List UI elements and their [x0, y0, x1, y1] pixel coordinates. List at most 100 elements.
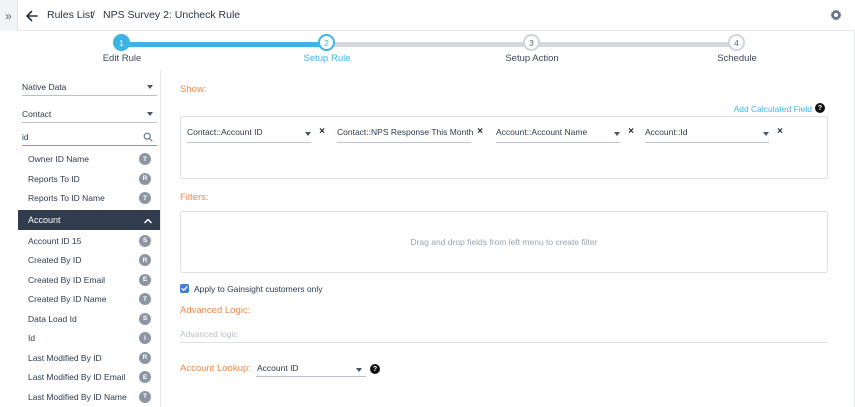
remove-field-icon[interactable]: ×	[477, 126, 483, 137]
caret-down-icon	[147, 85, 153, 89]
show-field-chip[interactable]: Account::Account Name ×	[496, 126, 634, 143]
field-item[interactable]: Created By ID Name T	[18, 289, 160, 309]
field-type-badge: E	[139, 273, 151, 286]
step-2-circle[interactable]: 2	[318, 34, 335, 51]
field-item-label: Created By ID Email	[28, 274, 105, 285]
data-source-value: Native Data	[22, 82, 67, 92]
group-header-account[interactable]: Account	[18, 209, 160, 230]
show-field-chip[interactable]: Account::Id ×	[645, 126, 783, 143]
expand-sidebar-button[interactable]: »	[0, 0, 18, 31]
object-value: Contact	[22, 109, 52, 119]
field-item-label: Reports To ID Name	[28, 193, 105, 203]
field-type-badge: R	[139, 172, 151, 185]
field-item[interactable]: Created By ID Email E	[18, 270, 160, 290]
field-type-badge: I	[139, 332, 151, 344]
step-1-circle[interactable]: 1	[113, 34, 130, 51]
field-item[interactable]: Id I	[18, 328, 160, 348]
field-item-label: Last Modified By ID Name	[28, 391, 127, 402]
field-item[interactable]: Last Modified By ID Email E	[18, 367, 160, 387]
setup-rule-panel: Show: Add Calculated Field ? Contact::Ac…	[162, 70, 855, 407]
filter-drop-zone[interactable]: Drag and drop fields from left menu to c…	[180, 211, 828, 273]
gainsight-customers-label[interactable]: Apply to Gainsight customers only	[194, 284, 323, 294]
caret-down-icon	[147, 112, 153, 116]
show-section-title: Show:	[180, 84, 207, 95]
caret-down-icon[interactable]	[614, 132, 620, 136]
field-type-badge: T	[139, 153, 151, 165]
field-search	[22, 129, 157, 146]
show-field-underline	[496, 142, 620, 143]
field-type-badge: S	[139, 234, 151, 247]
filter-drop-hint: Drag and drop fields from left menu to c…	[410, 237, 598, 247]
add-calculated-field-link[interactable]: Add Calculated Field	[734, 104, 812, 114]
advanced-logic-input[interactable]	[180, 325, 828, 343]
field-list: Owner ID Name T Reports To ID R Reports …	[18, 149, 160, 407]
step-setup-action-label[interactable]: Setup Action	[505, 53, 558, 64]
field-item-label: Created By ID Name	[28, 294, 107, 304]
step-3-circle[interactable]: 3	[523, 34, 540, 51]
chevron-up-icon	[144, 218, 152, 223]
search-icon[interactable]	[143, 132, 153, 142]
field-item[interactable]: Reports To ID R	[18, 169, 160, 189]
show-field-label: Contact::NPS Response This Month	[337, 127, 474, 137]
checkmark-icon	[181, 286, 188, 291]
step-4-circle[interactable]: 4	[728, 34, 745, 51]
data-source-select[interactable]: Native Data	[22, 78, 157, 96]
field-item[interactable]: Last Modified By ID R	[18, 348, 160, 368]
field-sidebar: Native Data Contact Owner ID Name T Repo…	[18, 70, 161, 407]
account-lookup-select[interactable]: Account ID	[256, 361, 366, 377]
field-type-badge: T	[139, 192, 151, 204]
caret-down-icon[interactable]	[763, 132, 769, 136]
field-item-label: Data Load Id	[28, 313, 77, 324]
show-fields-box[interactable]: Contact::Account ID × Contact::NPS Respo…	[180, 116, 828, 179]
help-icon[interactable]: ?	[370, 364, 380, 374]
show-field-chip[interactable]: Contact::NPS Response This Month ×	[337, 126, 483, 143]
show-field-underline	[645, 142, 769, 143]
field-item-label: Owner ID Name	[28, 154, 89, 164]
account-lookup-title: Account Lookup:	[180, 363, 251, 374]
filters-section-title: Filters:	[180, 192, 209, 203]
field-item[interactable]: Reports To ID Name T	[18, 188, 160, 208]
rule-wizard-stepper: 1 2 3 4 Edit Rule Setup Rule Setup Actio…	[0, 31, 855, 69]
page-title: NPS Survey 2: Uncheck Rule	[103, 9, 241, 21]
top-bar: » Rules List / NPS Survey 2: Uncheck Rul…	[0, 0, 855, 31]
caret-down-icon[interactable]	[305, 132, 311, 136]
show-field-label: Contact::Account ID	[187, 127, 263, 137]
field-type-badge: E	[139, 371, 151, 383]
breadcrumb-separator: /	[92, 9, 95, 21]
remove-field-icon[interactable]: ×	[628, 126, 634, 137]
show-field-chip[interactable]: Contact::Account ID ×	[187, 126, 325, 143]
step-setup-rule-label[interactable]: Setup Rule	[303, 53, 350, 64]
gainsight-customers-checkbox[interactable]	[180, 284, 189, 293]
breadcrumb-rules-list[interactable]: Rules List	[47, 9, 93, 21]
step-edit-rule-label[interactable]: Edit Rule	[103, 53, 142, 64]
field-item[interactable]: Data Load Id S	[18, 309, 160, 329]
field-type-badge: S	[139, 312, 151, 325]
remove-field-icon[interactable]: ×	[319, 126, 325, 137]
caret-down-icon	[356, 368, 362, 372]
field-item-label: Id	[28, 333, 36, 343]
show-field-label: Account::Account Name	[496, 127, 588, 137]
field-item[interactable]: Account ID 15 S	[18, 231, 160, 251]
back-arrow-icon[interactable]	[24, 8, 40, 24]
field-item-label: Last Modified By ID Email	[28, 372, 126, 382]
show-field-underline	[337, 142, 471, 143]
field-type-badge: T	[139, 293, 151, 305]
account-lookup-value: Account ID	[257, 363, 299, 373]
help-icon[interactable]: ?	[815, 103, 825, 113]
field-item[interactable]: Last Modified By ID Name T	[18, 387, 160, 407]
show-field-underline	[187, 142, 311, 143]
field-item[interactable]: Owner ID Name T	[18, 149, 160, 169]
object-select[interactable]: Contact	[22, 105, 157, 123]
stepper-progress-done	[122, 42, 327, 47]
field-search-input[interactable]	[22, 131, 137, 143]
group-header-label: Account	[28, 214, 61, 225]
field-item-label: Reports To ID	[28, 173, 80, 184]
field-type-badge: R	[139, 254, 151, 266]
field-type-badge: R	[139, 351, 151, 364]
remove-field-icon[interactable]: ×	[777, 126, 783, 137]
advanced-logic-title: Advanced Logic:	[180, 305, 251, 316]
gear-icon[interactable]	[829, 8, 843, 22]
field-item-label: Last Modified By ID	[28, 352, 102, 363]
field-item[interactable]: Created By ID R	[18, 250, 160, 270]
step-schedule-label[interactable]: Schedule	[717, 53, 757, 64]
